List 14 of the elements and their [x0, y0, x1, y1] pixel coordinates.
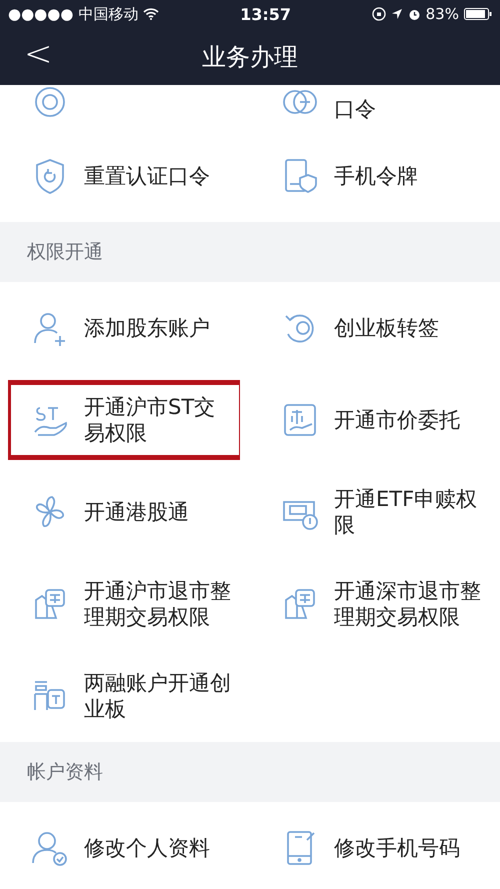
battery-icon — [464, 8, 492, 20]
signal-dots: ●●●●● — [8, 5, 74, 23]
section-header: 帐户资料 — [0, 742, 500, 802]
battery-percent: 83% — [426, 5, 459, 23]
page-title: 业务办理 — [202, 42, 298, 72]
alarm-icon — [408, 8, 421, 20]
back-button[interactable]: < — [18, 34, 58, 74]
rotation-lock-icon — [372, 7, 386, 21]
location-icon — [390, 8, 403, 20]
clock: 13:57 — [240, 4, 292, 24]
carrier-name: 中国移动 — [78, 4, 138, 24]
highlighted-menu-item[interactable]: 开通沪市ST交易权限 — [8, 380, 240, 460]
section-header: 权限开通 — [0, 222, 500, 282]
wifi-icon — [143, 8, 160, 20]
